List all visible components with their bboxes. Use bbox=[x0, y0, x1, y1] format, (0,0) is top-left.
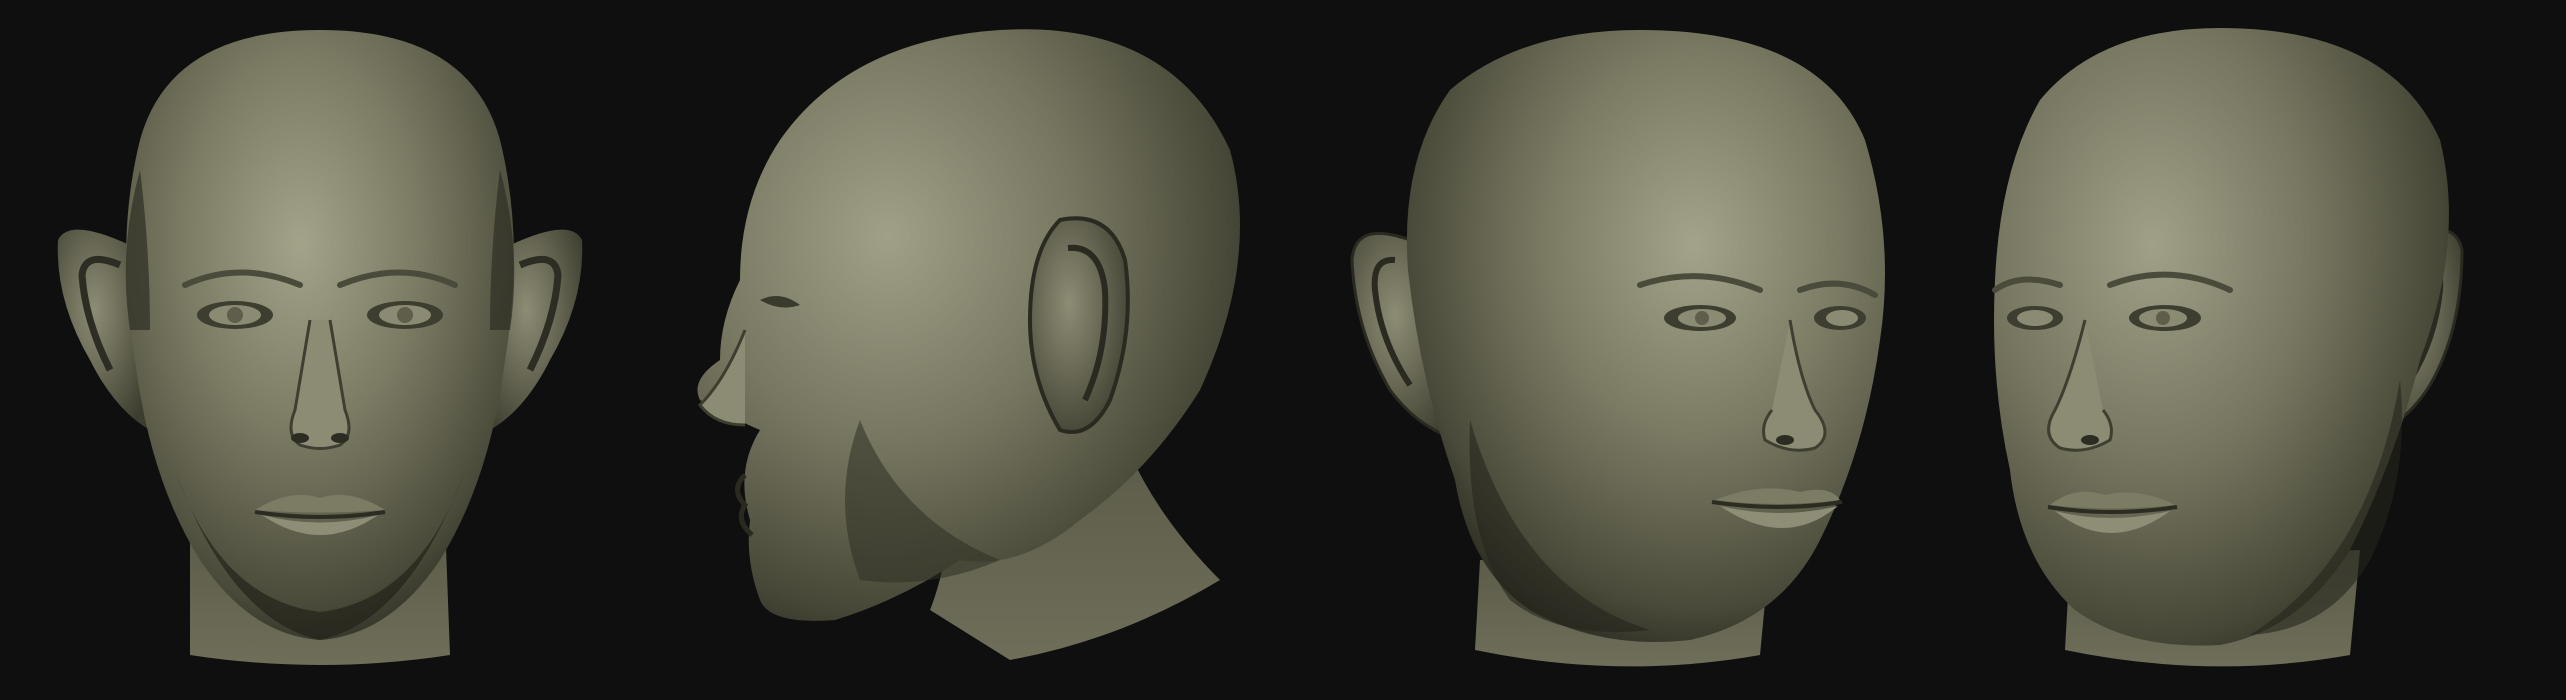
head-shape bbox=[1406, 30, 1885, 642]
head-left-profile-view bbox=[697, 29, 1240, 660]
nostril bbox=[1776, 435, 1794, 445]
render-canvas bbox=[0, 0, 2566, 700]
right-iris bbox=[1695, 311, 1709, 325]
head-front-view bbox=[57, 30, 583, 665]
left-eyeball bbox=[1826, 310, 1858, 326]
left-iris bbox=[227, 307, 243, 323]
head-shape bbox=[1994, 28, 2449, 646]
left-eyeball bbox=[2017, 310, 2053, 326]
head-three-quarter-left-view bbox=[1992, 28, 2464, 667]
right-iris bbox=[397, 307, 413, 323]
head-three-quarter-right-view bbox=[1350, 30, 1885, 667]
right-iris bbox=[2156, 311, 2170, 325]
nostril-left bbox=[291, 433, 309, 443]
nostril bbox=[2081, 435, 2099, 445]
nostril-right bbox=[331, 433, 349, 443]
sculpt-render bbox=[57, 28, 2464, 667]
